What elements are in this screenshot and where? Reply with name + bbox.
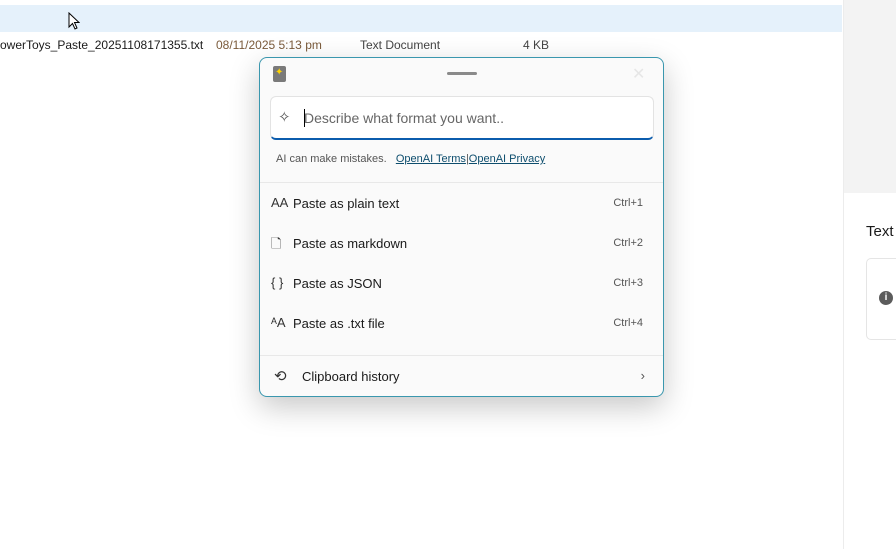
close-icon[interactable]: ✕	[632, 64, 645, 84]
menu-item-json[interactable]: { } Paste as JSON Ctrl+3	[260, 265, 663, 303]
info-icon: i	[879, 291, 893, 305]
openai-privacy-link[interactable]: OpenAI Privacy	[469, 153, 545, 165]
menu-item-label: Paste as .txt file	[293, 316, 385, 331]
menu-item-label: Paste as markdown	[293, 236, 408, 251]
shortcut-label: Ctrl+2	[613, 237, 643, 249]
clipboard-history-button[interactable]: ⟲ Clipboard history ›	[260, 358, 663, 396]
menu-item-markdown[interactable]: 🗋 Paste as markdown Ctrl+2	[260, 225, 663, 263]
disclaimer: AI can make mistakes. OpenAI Terms|OpenA…	[276, 153, 545, 165]
document-icon: 🗋	[271, 236, 282, 251]
selected-file-row[interactable]	[0, 5, 842, 32]
sparkle-icon: ✧	[278, 109, 291, 126]
shortcut-label: Ctrl+3	[613, 277, 643, 289]
menu-item-label: Paste as plain text	[293, 196, 400, 211]
history-icon: ⟲	[274, 368, 287, 385]
details-pane-header	[844, 0, 896, 193]
braces-icon: { }	[271, 275, 284, 290]
file-type: Text Document	[360, 38, 441, 52]
text-file-icon: ᴬA	[271, 315, 286, 330]
file-name[interactable]: owerToys_Paste_20251108171355.txt	[0, 38, 203, 52]
divider	[260, 182, 663, 183]
app-icon: ✦	[273, 66, 286, 82]
shortcut-label: Ctrl+1	[613, 197, 643, 209]
openai-terms-link[interactable]: OpenAI Terms	[396, 153, 466, 165]
details-title: Text	[866, 223, 894, 240]
menu-item-plain-text[interactable]: AA Paste as plain text Ctrl+1	[260, 185, 663, 223]
file-size: 4 KB	[523, 38, 550, 52]
chevron-right-icon: ›	[640, 368, 645, 383]
drag-handle[interactable]	[447, 72, 477, 75]
format-prompt-input[interactable]	[304, 107, 634, 129]
divider	[260, 355, 663, 356]
disclaimer-text: AI can make mistakes.	[276, 153, 387, 165]
menu-item-label: Paste as JSON	[293, 276, 382, 291]
font-size-icon: AA	[271, 195, 289, 210]
menu-item-txt-file[interactable]: ᴬA Paste as .txt file Ctrl+4	[260, 305, 663, 343]
file-date: 08/11/2025 5:13 pm	[216, 38, 322, 52]
shortcut-label: Ctrl+4	[613, 317, 643, 329]
mouse-cursor-icon	[68, 12, 80, 30]
prompt-box: ✧	[270, 96, 654, 140]
clipboard-history-label: Clipboard history	[302, 369, 400, 384]
advanced-paste-window: ✦ ✕ ✧ AI can make mistakes. OpenAI Terms…	[259, 57, 664, 397]
